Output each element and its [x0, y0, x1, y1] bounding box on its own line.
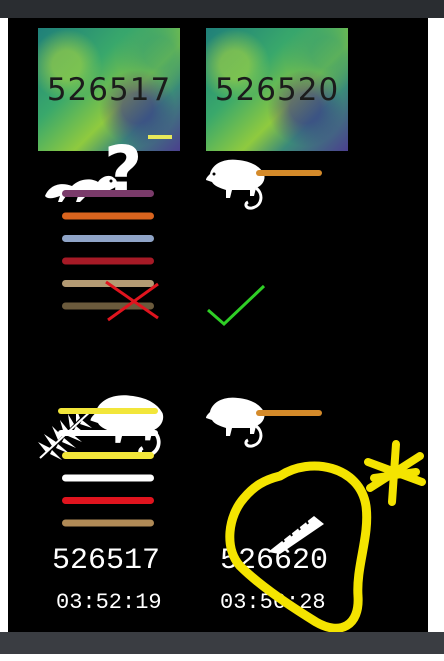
photo-grid-panel: 526517 526520 ? 526517 03:52:19 526620 0… — [8, 18, 428, 632]
opossum-icon — [206, 159, 265, 210]
row1-right-color-bar — [256, 170, 322, 176]
color-bar — [62, 497, 154, 504]
row2-right-color-bar — [256, 410, 322, 416]
color-bar — [256, 170, 322, 176]
color-bar — [62, 190, 154, 197]
color-bar — [62, 452, 154, 459]
thumbnail-id-label: 526520 — [214, 72, 340, 108]
top-bar — [0, 0, 444, 18]
color-bar — [62, 235, 154, 242]
check-icon — [207, 284, 266, 327]
color-bar — [62, 519, 154, 527]
bottom-bar — [0, 632, 444, 654]
color-bar — [58, 430, 158, 436]
row2-overlay-bars — [58, 408, 158, 436]
color-bar — [62, 474, 154, 482]
row2-color-bars — [62, 452, 154, 527]
footer-time-left: 03:52:19 — [56, 590, 162, 615]
thumbnail-marker — [148, 135, 172, 139]
annotation-circle — [225, 461, 372, 632]
thumbnail-id-label: 526517 — [46, 72, 172, 108]
thumbnail-526520[interactable]: 526520 — [206, 28, 348, 151]
x-cross-icon — [105, 280, 159, 322]
footer-id-left: 526517 — [52, 544, 161, 578]
color-bar — [62, 257, 154, 265]
asterisk-icon — [364, 440, 426, 506]
color-bar — [58, 408, 158, 414]
color-bar — [62, 212, 154, 220]
color-bar — [256, 410, 322, 416]
